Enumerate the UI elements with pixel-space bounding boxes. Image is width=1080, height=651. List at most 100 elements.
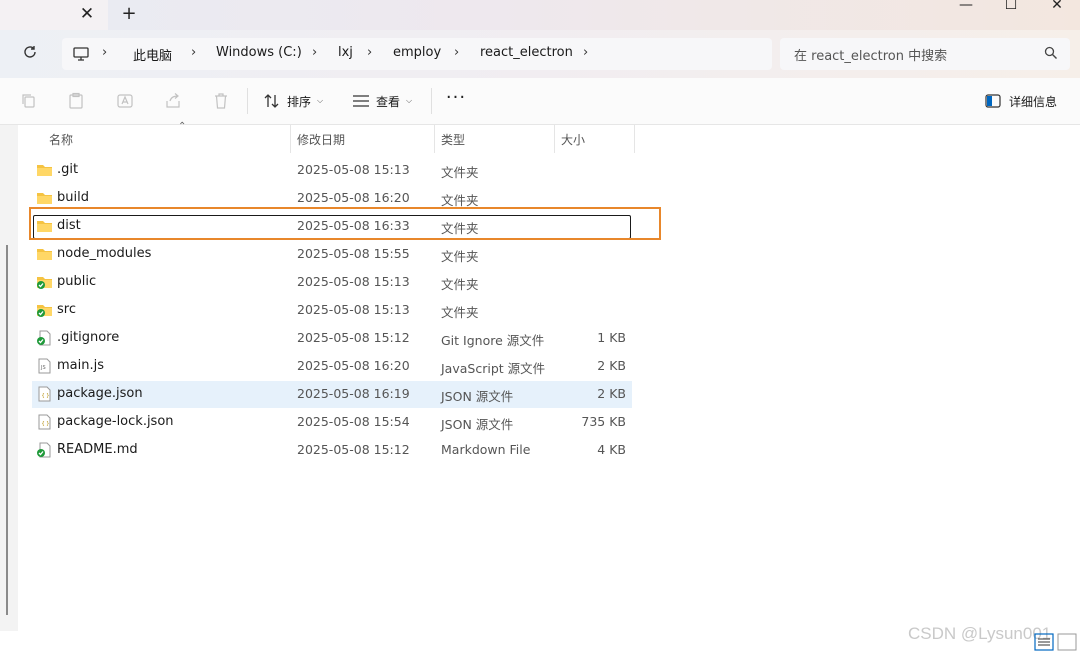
file-date: 2025-05-08 16:20 — [297, 190, 410, 205]
chevron-down-icon: ⌵ — [317, 96, 324, 105]
file-type: 文件夹 — [441, 277, 479, 292]
view-button[interactable]: 查看 ⌵ — [352, 91, 412, 111]
breadcrumb-item[interactable]: Windows (C:) — [216, 45, 302, 60]
js-file-icon: JS — [36, 358, 53, 374]
sort-button[interactable]: 排序 ⌵ — [263, 91, 323, 111]
folder-synced-icon — [36, 274, 53, 290]
column-name[interactable]: 名称 — [49, 131, 73, 148]
search-box[interactable]: 在 react_electron 中搜索 — [780, 38, 1070, 70]
view-toggle-icons[interactable] — [1034, 632, 1080, 651]
address-row: › 此电脑 › Windows (C:) › lxj › employ › re… — [0, 30, 1080, 78]
file-date: 2025-05-08 15:13 — [297, 274, 410, 289]
breadcrumb-separator[interactable]: › — [583, 45, 588, 60]
details-label: 详细信息 — [1009, 94, 1058, 109]
file-name: .gitignore — [57, 330, 120, 345]
file-type: Markdown File — [441, 442, 531, 457]
sort-ascending-icon: ⌃ — [178, 121, 187, 132]
command-bar: 排序 ⌵ 查看 ⌵ ··· 详细信息 — [0, 78, 1080, 125]
close-tab-icon[interactable]: ✕ — [79, 5, 95, 23]
file-name: .git — [57, 162, 79, 177]
column-date[interactable]: 修改日期 — [297, 131, 345, 148]
file-row[interactable]: { } package.json 2025-05-08 16:19 JSON 源文件 2… — [32, 381, 632, 408]
copy-icon[interactable] — [20, 92, 38, 110]
search-icon[interactable] — [1044, 46, 1058, 60]
file-type: JSON 源文件 — [441, 417, 514, 432]
new-tab-icon[interactable]: + — [120, 4, 138, 24]
column-header: ⌃ 名称 修改日期 类型 大小 — [18, 121, 1080, 153]
file-name: src — [57, 302, 76, 317]
file-name: README.md — [57, 442, 138, 457]
file-date: 2025-05-08 15:13 — [297, 162, 410, 177]
file-date: 2025-05-08 16:20 — [297, 358, 410, 373]
file-synced-icon — [36, 330, 53, 346]
watermark: CSDN @Lysun001 — [908, 624, 1052, 643]
navigation-pane-edge — [0, 125, 18, 631]
breadcrumb-separator: › — [454, 45, 460, 60]
address-bar[interactable]: › 此电脑 › Windows (C:) › lxj › employ › re… — [62, 38, 772, 70]
breadcrumb-item[interactable]: react_electron — [480, 45, 573, 60]
tab-strip: ✕ + — ☐ ✕ — [0, 0, 1080, 30]
folder-icon — [36, 190, 53, 206]
breadcrumb-item[interactable]: employ — [393, 45, 441, 60]
file-type: Git Ignore 源文件 — [441, 333, 545, 348]
chevron-down-icon: ⌵ — [406, 96, 413, 105]
breadcrumb-separator: › — [312, 45, 318, 60]
breadcrumb-item[interactable]: 此电脑 — [133, 45, 172, 64]
share-icon[interactable] — [164, 92, 182, 110]
file-name: node_modules — [57, 246, 152, 261]
more-options-icon[interactable]: ··· — [445, 88, 467, 112]
file-row[interactable]: .git 2025-05-08 15:13 文件夹 — [32, 157, 632, 184]
file-row[interactable]: src 2025-05-08 15:13 文件夹 — [32, 297, 632, 324]
sort-label: 排序 — [287, 94, 312, 109]
rename-icon[interactable] — [116, 92, 134, 110]
close-window-button[interactable]: ✕ — [1034, 0, 1080, 14]
file-name: public — [57, 274, 97, 289]
column-divider[interactable] — [434, 125, 435, 153]
column-divider[interactable] — [290, 125, 291, 153]
file-row[interactable]: README.md 2025-05-08 15:12 Markdown File 4 … — [32, 437, 632, 464]
file-date: 2025-05-08 15:13 — [297, 302, 410, 317]
annotation-highlight — [29, 207, 661, 240]
search-input[interactable]: 在 react_electron 中搜索 — [794, 45, 947, 64]
navigation-scrollbar[interactable] — [6, 245, 8, 615]
column-divider[interactable] — [634, 125, 635, 153]
file-name: build — [57, 190, 89, 205]
maximize-button[interactable]: ☐ — [988, 0, 1034, 14]
refresh-icon[interactable] — [20, 44, 40, 64]
column-divider[interactable] — [554, 125, 555, 153]
file-type: JavaScript 源文件 — [441, 361, 546, 376]
toolbar-divider — [247, 88, 248, 114]
computer-icon — [73, 47, 89, 61]
delete-icon[interactable] — [212, 92, 230, 110]
details-button[interactable]: 详细信息 — [985, 91, 1057, 111]
file-date: 2025-05-08 15:12 — [297, 442, 410, 457]
file-name: main.js — [57, 358, 104, 373]
file-size: 735 KB — [581, 414, 626, 429]
file-row[interactable]: JS main.js 2025-05-08 16:20 JavaScript 源文件 2… — [32, 353, 632, 380]
breadcrumb-separator: › — [191, 45, 197, 60]
file-row[interactable]: node_modules 2025-05-08 15:55 文件夹 — [32, 241, 632, 268]
folder-synced-icon — [36, 302, 53, 318]
file-size: 1 KB — [597, 330, 626, 345]
sort-icon — [264, 94, 279, 108]
file-row[interactable]: .gitignore 2025-05-08 15:12 Git Ignore 源文件… — [32, 325, 632, 352]
file-synced-icon — [36, 442, 53, 458]
file-size: 2 KB — [597, 358, 626, 373]
svg-text:{ }: { } — [42, 393, 50, 399]
minimize-button[interactable]: — — [943, 0, 989, 14]
file-type: 文件夹 — [441, 165, 479, 180]
file-date: 2025-05-08 15:55 — [297, 246, 410, 261]
breadcrumb-item[interactable]: lxj — [338, 45, 353, 60]
file-row[interactable]: { } package-lock.json 2025-05-08 15:54 JSON… — [32, 409, 632, 436]
breadcrumb-separator: › — [102, 45, 108, 60]
details-pane-icon — [985, 94, 1001, 108]
file-row[interactable]: public 2025-05-08 15:13 文件夹 — [32, 269, 632, 296]
paste-icon[interactable] — [67, 92, 85, 110]
svg-text:JS: JS — [40, 365, 46, 371]
active-tab[interactable]: ✕ — [0, 0, 108, 30]
column-type[interactable]: 类型 — [441, 131, 465, 148]
breadcrumb-separator: › — [367, 45, 373, 60]
file-name: package.json — [57, 386, 143, 401]
column-size[interactable]: 大小 — [561, 131, 585, 148]
file-type: 文件夹 — [441, 249, 479, 264]
